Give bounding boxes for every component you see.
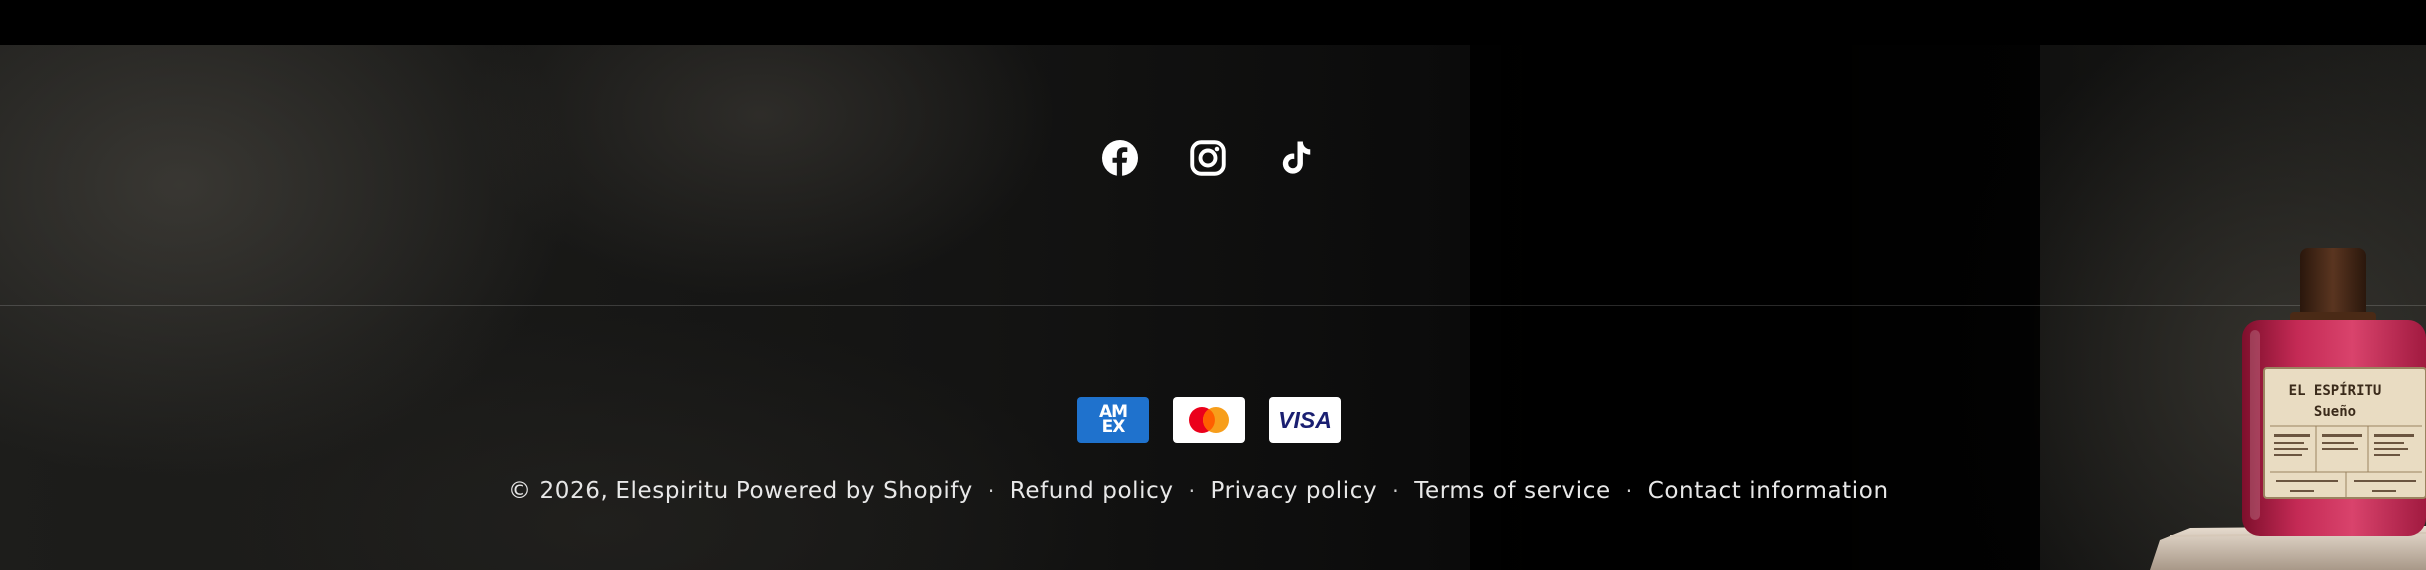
payment-methods: AM EX VISA	[1077, 397, 1341, 443]
separator: ·	[987, 479, 995, 503]
contact-information-link[interactable]: Contact information	[1648, 478, 1889, 504]
instagram-icon	[1190, 140, 1226, 176]
visa-card-icon: VISA	[1269, 397, 1341, 443]
amex-label-line2: EX	[1101, 417, 1126, 437]
mastercard-card-icon	[1173, 397, 1245, 443]
separator: ·	[1625, 479, 1633, 503]
facebook-link[interactable]	[1102, 140, 1138, 176]
footer-page: AM EX VISA © 2026, Elespiritu Powered by…	[0, 0, 2426, 570]
powered-by-shopify-link[interactable]: Powered by Shopify	[736, 478, 973, 504]
instagram-link[interactable]	[1190, 140, 1226, 176]
brand-link[interactable]: Elespiritu	[615, 478, 729, 504]
footer-legal-links: © 2026, Elespiritu Powered by Shopify · …	[508, 478, 1889, 504]
bottle-label-brand: EL ESPÍRITU	[2289, 382, 2382, 399]
privacy-policy-link[interactable]: Privacy policy	[1211, 478, 1378, 504]
tiktok-icon	[1282, 141, 1311, 174]
terms-of-service-link[interactable]: Terms of service	[1414, 478, 1611, 504]
tiktok-link[interactable]	[1278, 140, 1314, 176]
perfume-bottle-image: EL ESPÍRITU Sueño	[2150, 248, 2426, 570]
footer-divider	[0, 305, 2426, 306]
refund-policy-link[interactable]: Refund policy	[1010, 478, 1174, 504]
amex-card-icon: AM EX	[1077, 397, 1149, 443]
facebook-icon	[1102, 140, 1138, 176]
mastercard-logo	[1189, 407, 1229, 433]
visa-label: VISA	[1278, 406, 1332, 433]
copyright-text: © 2026,	[508, 478, 609, 504]
top-bar	[0, 0, 2426, 45]
separator: ·	[1188, 479, 1196, 503]
bottle-label-name: Sueño	[2314, 404, 2356, 420]
social-links	[1102, 140, 1314, 176]
separator: ·	[1392, 479, 1400, 503]
